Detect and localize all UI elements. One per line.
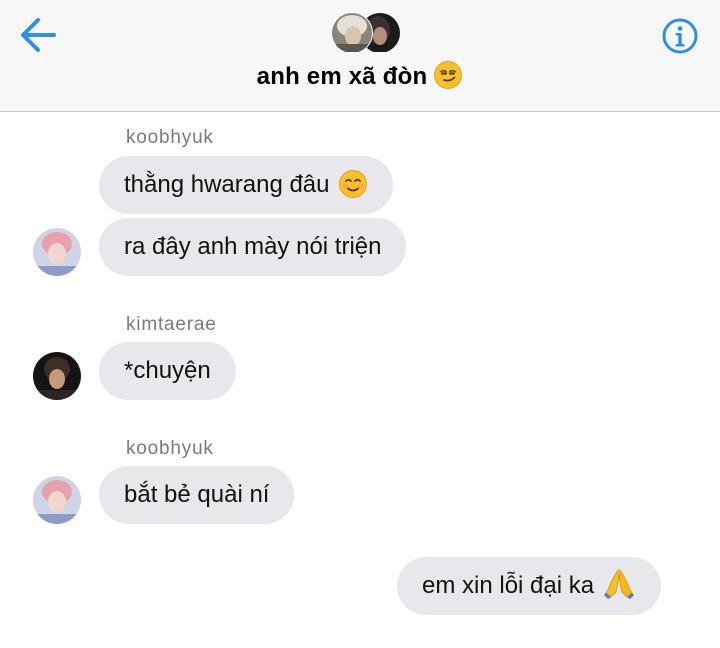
message-bubble[interactable]: ra đây anh mày nói triện: [99, 218, 407, 276]
message-bubble[interactable]: bắt bẻ quài ní: [99, 466, 295, 524]
message-text: thằng hwarang đâu: [124, 171, 330, 198]
smirking-face-emoji-icon: [433, 60, 463, 97]
info-icon[interactable]: [660, 16, 700, 56]
back-arrow-icon[interactable]: [18, 16, 60, 54]
message-text: *chuyện: [124, 357, 211, 384]
chat-title-text: anh em xã đòn: [256, 63, 428, 90]
chat-header: anh em xã đòn: [0, 0, 720, 112]
folded-hands-emoji-icon: [602, 564, 636, 622]
message-text: ra đây anh mày nói triện: [124, 233, 382, 260]
group-avatar[interactable]: [328, 12, 404, 54]
message-bubble-outgoing[interactable]: em xin lỗi đại ka: [397, 557, 662, 615]
avatar[interactable]: [33, 352, 81, 400]
smiling-face-emoji-icon: [338, 163, 368, 221]
avatar[interactable]: [33, 476, 81, 524]
sender-name: koobhyuk: [126, 438, 214, 459]
message-bubble[interactable]: thằng hwarang đâu: [99, 156, 393, 214]
page-title[interactable]: anh em xã đòn: [0, 60, 720, 97]
message-bubble[interactable]: *chuyện: [99, 342, 236, 400]
message-text: em xin lỗi đại ka: [422, 572, 595, 599]
avatar[interactable]: [33, 228, 81, 276]
message-text: bắt bẻ quài ní: [124, 481, 270, 508]
sender-name: koobhyuk: [126, 127, 214, 148]
sender-name: kimtaerae: [126, 314, 217, 335]
